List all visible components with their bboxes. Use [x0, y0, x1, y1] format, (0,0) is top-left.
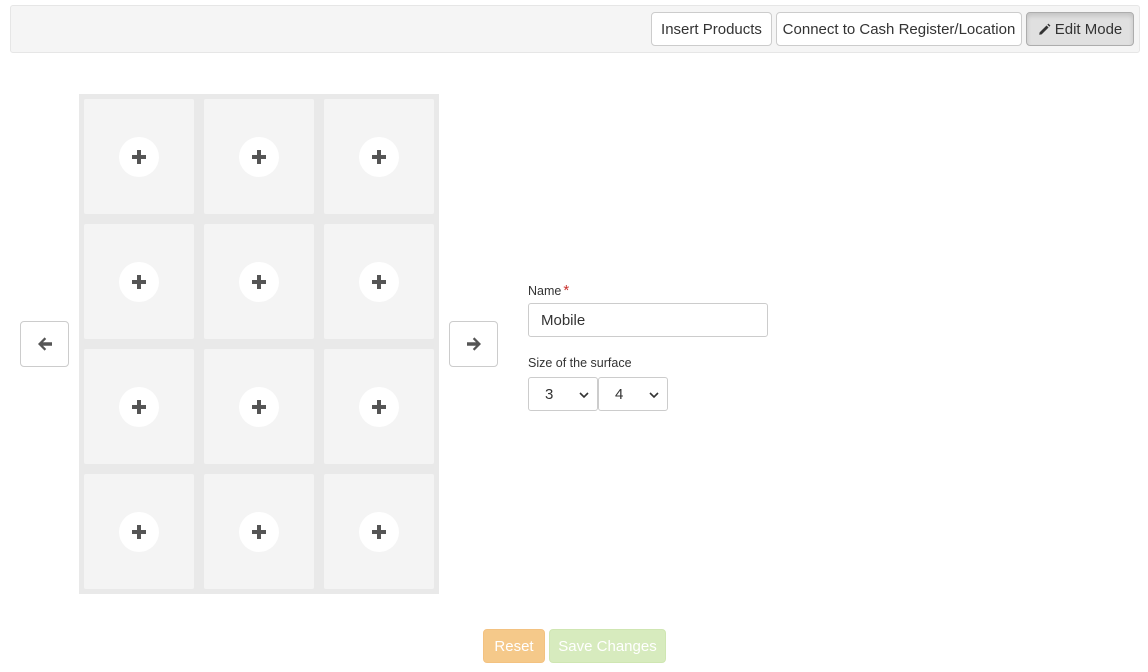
grid-cell[interactable]: [324, 474, 434, 589]
plus-icon: [252, 524, 266, 539]
grid-cell[interactable]: [84, 224, 194, 339]
edit-mode-label: Edit Mode: [1054, 20, 1123, 38]
size-label: Size of the surface: [528, 356, 632, 370]
plus-icon: [372, 274, 386, 289]
add-product-button[interactable]: [239, 386, 279, 427]
plus-icon: [252, 274, 266, 289]
grid-cell[interactable]: [204, 99, 314, 214]
plus-icon: [372, 399, 386, 414]
name-label-text: Name: [528, 284, 562, 298]
grid-cell[interactable]: [324, 224, 434, 339]
plus-icon: [132, 524, 146, 539]
chevron-down-icon: [579, 392, 589, 399]
arrow-right-icon: [466, 337, 481, 351]
plus-icon: [132, 274, 146, 289]
add-product-button[interactable]: [359, 261, 399, 302]
add-product-button[interactable]: [239, 261, 279, 302]
grid-cell[interactable]: [324, 99, 434, 214]
plus-icon: [252, 399, 266, 414]
insert-products-button[interactable]: Insert Products: [651, 12, 772, 46]
arrow-left-icon: [37, 337, 52, 351]
save-changes-button[interactable]: Save Changes: [549, 629, 666, 663]
name-input[interactable]: [528, 303, 768, 337]
add-product-button[interactable]: [239, 136, 279, 177]
edit-mode-button[interactable]: Edit Mode: [1026, 12, 1134, 46]
add-product-button[interactable]: [119, 386, 159, 427]
previous-page-button[interactable]: [20, 321, 69, 367]
plus-icon: [372, 149, 386, 164]
grid-cell[interactable]: [84, 99, 194, 214]
size-rows-value: 4: [615, 385, 624, 403]
grid-cell[interactable]: [84, 474, 194, 589]
grid-cell[interactable]: [204, 474, 314, 589]
name-label: Name *: [528, 282, 569, 299]
connect-cash-register-button[interactable]: Connect to Cash Register/Location: [776, 12, 1022, 46]
required-marker: *: [563, 282, 570, 299]
size-columns-select[interactable]: 3: [528, 377, 598, 411]
add-product-button[interactable]: [359, 511, 399, 552]
add-product-button[interactable]: [359, 386, 399, 427]
pencil-icon: [1038, 23, 1051, 35]
toolbar: Insert Products Connect to Cash Register…: [10, 5, 1140, 53]
size-rows-select[interactable]: 4: [598, 377, 668, 411]
reset-button[interactable]: Reset: [483, 629, 545, 663]
chevron-down-icon: [649, 392, 659, 399]
plus-icon: [252, 149, 266, 164]
size-columns-value: 3: [545, 385, 554, 403]
plus-icon: [132, 399, 146, 414]
add-product-button[interactable]: [119, 511, 159, 552]
plus-icon: [372, 524, 386, 539]
grid-cell[interactable]: [204, 349, 314, 464]
grid-cell[interactable]: [84, 349, 194, 464]
plus-icon: [132, 149, 146, 164]
add-product-button[interactable]: [119, 261, 159, 302]
product-grid: [79, 94, 439, 594]
add-product-button[interactable]: [359, 136, 399, 177]
add-product-button[interactable]: [119, 136, 159, 177]
add-product-button[interactable]: [239, 511, 279, 552]
grid-cell[interactable]: [204, 224, 314, 339]
grid-cell[interactable]: [324, 349, 434, 464]
next-page-button[interactable]: [449, 321, 498, 367]
